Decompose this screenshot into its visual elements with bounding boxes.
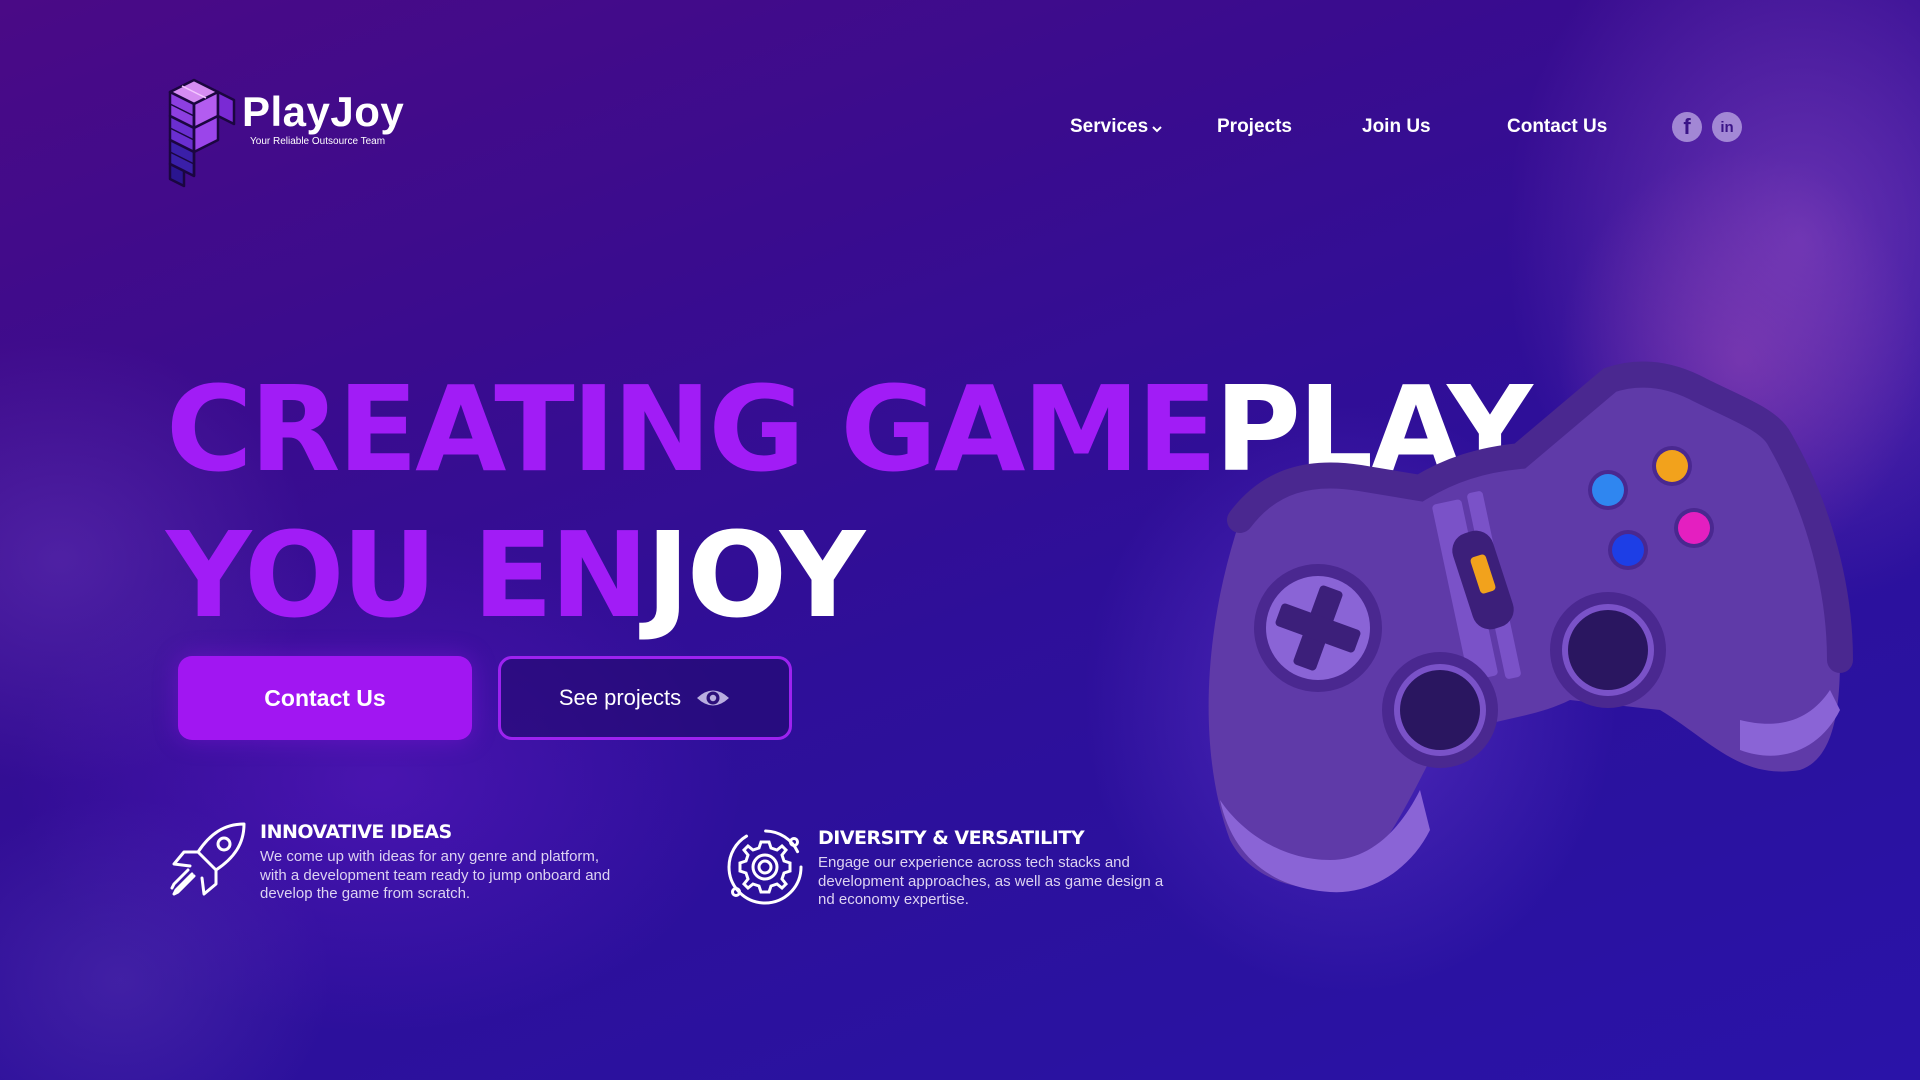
feature-desc-line: We come up with ideas for any genre and … [260,848,600,865]
nav-projects[interactable]: Projects [1217,116,1292,138]
nav-contact-us[interactable]: Contact Us [1507,116,1607,138]
game-controller-illustration [1208,361,1853,893]
feature-desc-line: nd economy expertise. [818,891,969,908]
see-projects-label: See projects [558,685,682,710]
nav-services-label: Services [1070,116,1149,137]
feature-desc-line: with a development team ready to jump on… [260,866,611,884]
facebook-icon[interactable]: f [1672,112,1702,142]
social-links: f in [1672,112,1742,142]
contact-us-button[interactable]: Contact Us [178,656,472,740]
feature-desc-line: develop the game from scratch. [260,885,471,902]
headline-line2-purple: YOU EN [166,506,649,644]
feature-diversity-versatility: DIVERSITY & VERSATILITY Engage our exper… [724,826,1218,910]
see-projects-button[interactable]: See projects [498,656,792,740]
gear-icon [727,829,803,905]
main-nav: Services Projects Join Us Contact Us [0,116,1920,140]
feature-desc-line: Engage our experience across tech stacks… [818,854,1130,871]
headline-line2-white: JOY [645,506,865,644]
eye-icon [697,690,730,706]
linkedin-icon[interactable]: in [1712,112,1742,142]
feature-desc-line: development approaches, as well as game … [818,872,1164,890]
feature-title: DIVERSITY & VERSATILITY [818,827,1085,849]
feature-title: INNOVATIVE IDEAS [260,821,452,843]
rocket-icon [170,822,246,896]
feature-description: Engage our experience across tech stacks… [818,854,1218,910]
chevron-down-icon [1152,126,1162,133]
feature-description: We come up with ideas for any genre and … [260,848,680,904]
nav-services[interactable]: Services [1070,116,1163,138]
nav-join-us[interactable]: Join Us [1362,116,1431,138]
feature-innovative-ideas: INNOVATIVE IDEAS We come up with ideas f… [168,818,680,904]
headline-line1-purple: CREATING GAME [166,360,1218,498]
